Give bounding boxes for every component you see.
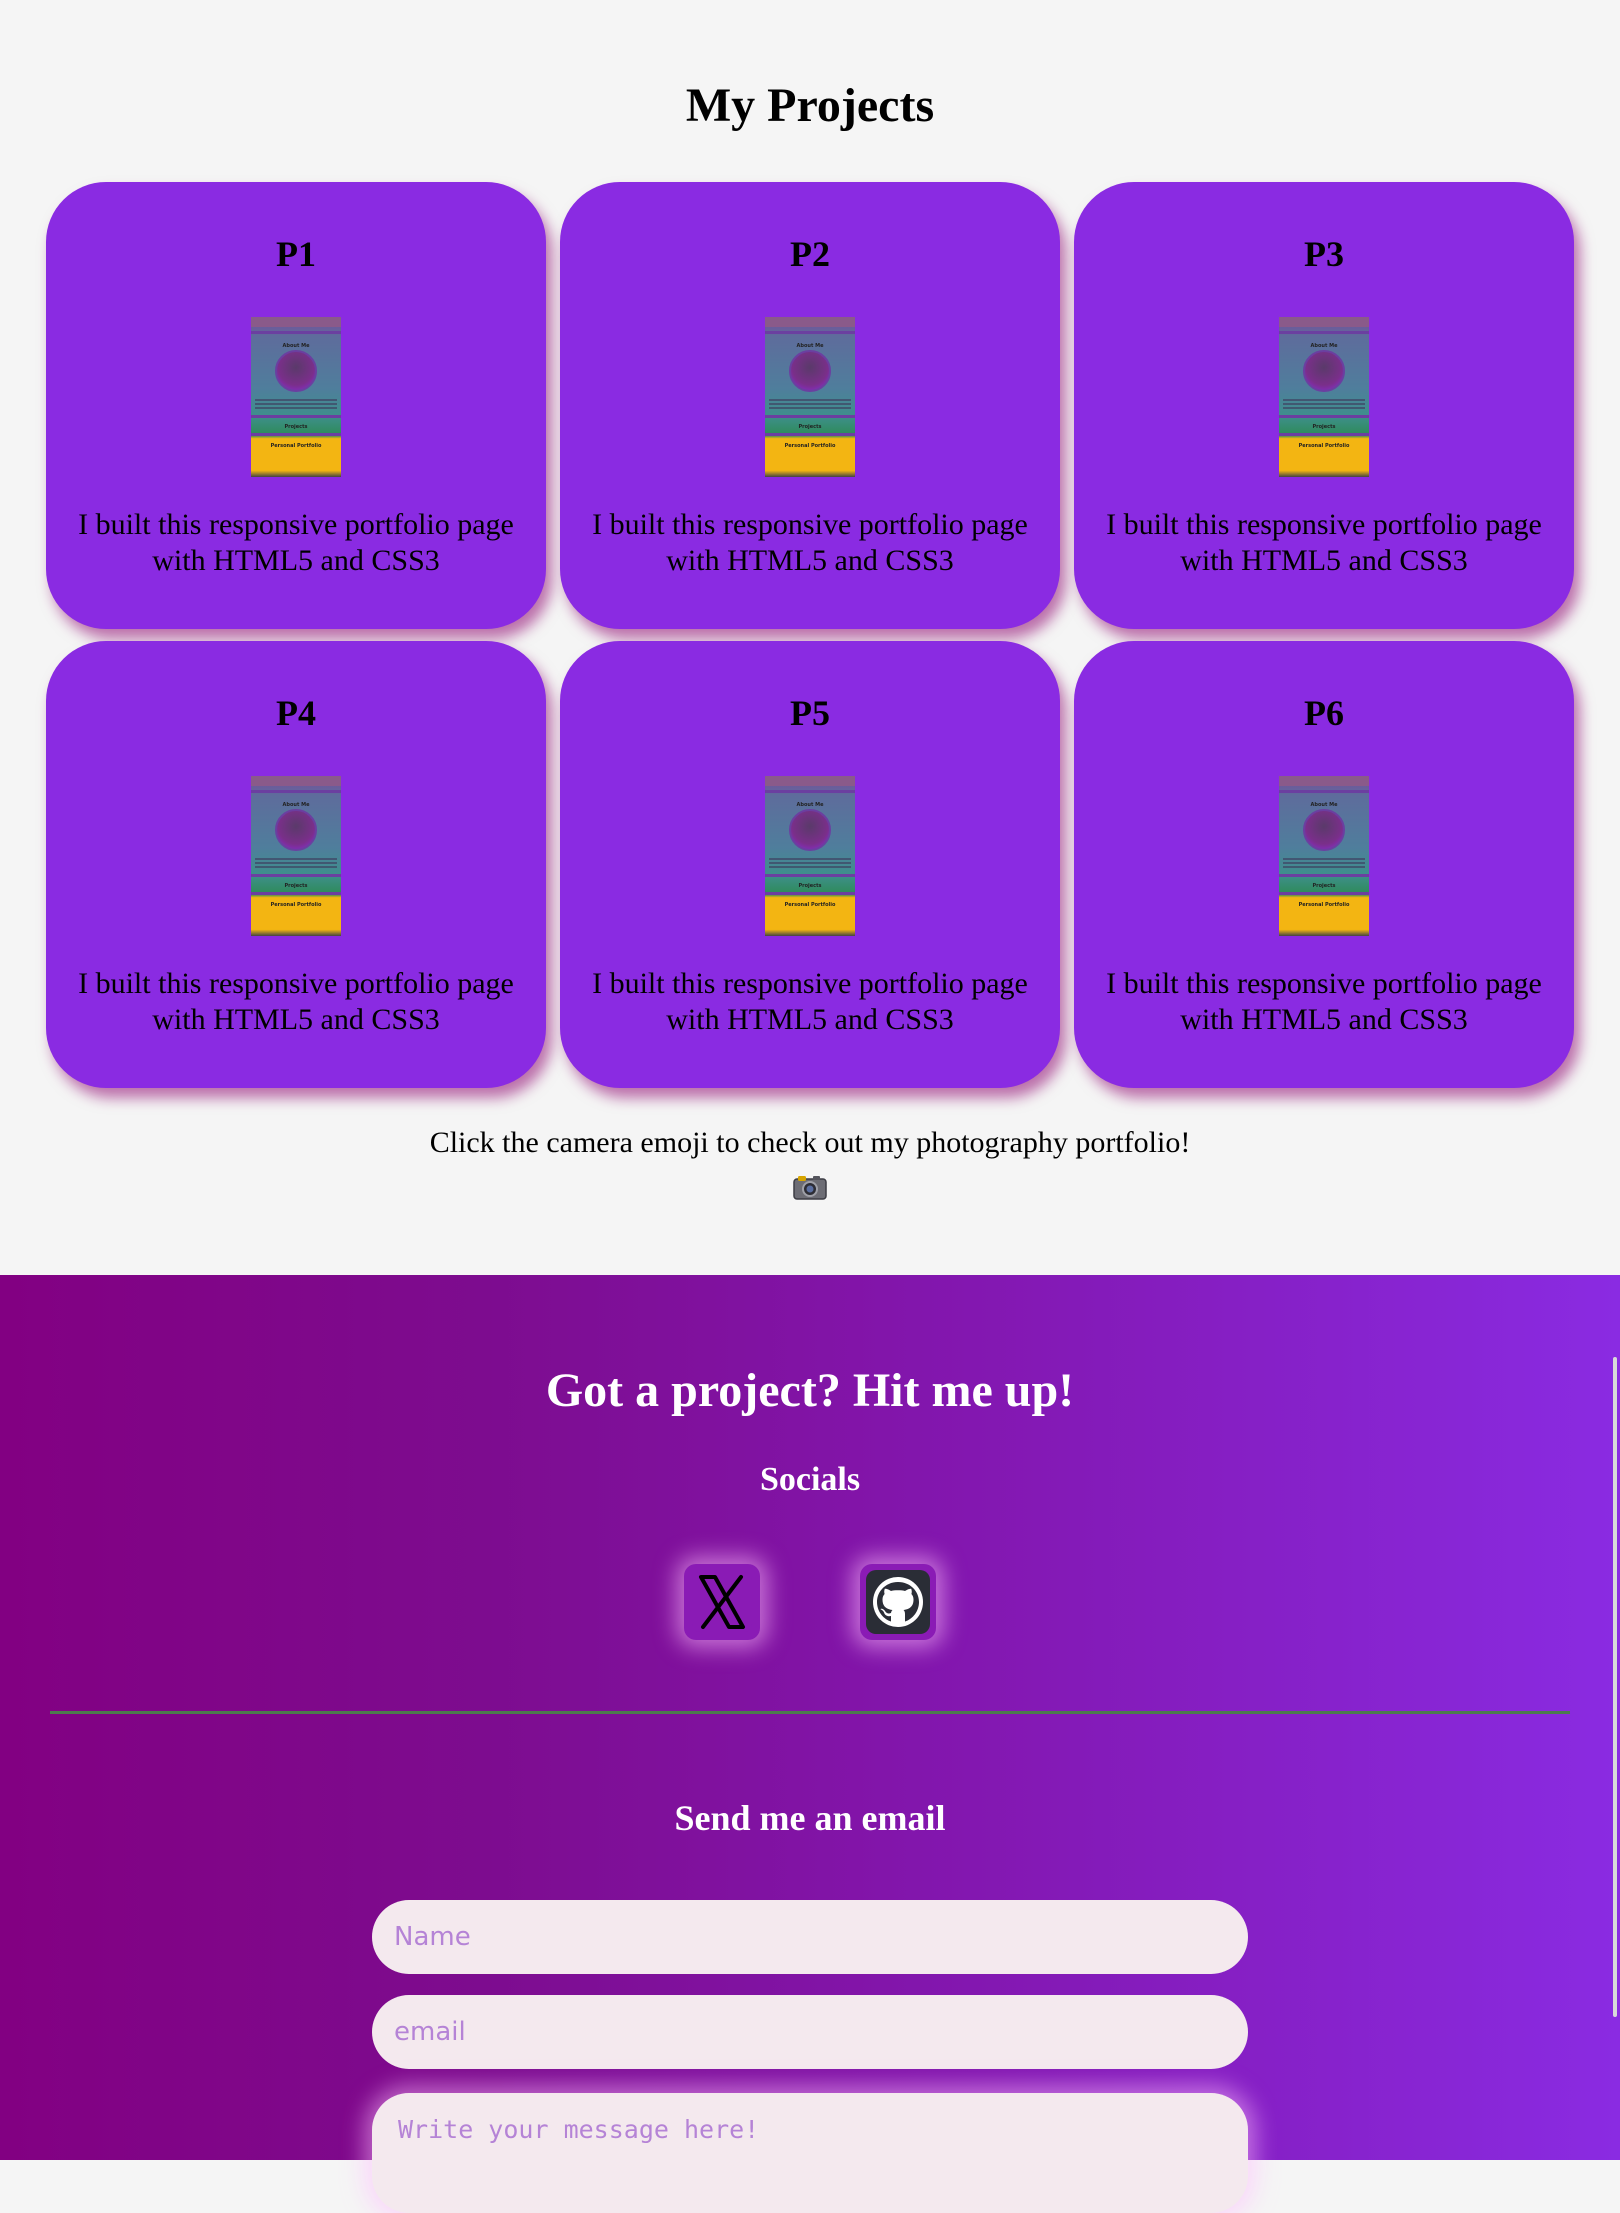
contact-section: Got a project? Hit me up! Socials Send m…: [0, 1275, 1620, 2213]
thumbnail-portfolio-label: Personal Portfolio: [1298, 902, 1350, 908]
project-grid: P1 About Me Projects Personal Portfolio …: [46, 182, 1574, 1088]
section-divider: [50, 1711, 1570, 1714]
photography-note: Click the camera emoji to check out my p…: [429, 1126, 1191, 1159]
thumbnail-projects-label: Projects: [798, 883, 822, 889]
project-thumbnail[interactable]: About Me Projects Personal Portfolio: [765, 317, 855, 477]
avatar: [275, 350, 317, 392]
thumbnail-portfolio-label: Personal Portfolio: [784, 902, 836, 908]
project-card-description: I built this responsive portfolio page w…: [78, 967, 514, 1036]
thumbnail-portfolio-label: Personal Portfolio: [270, 443, 322, 449]
thumbnail-projects-label: Projects: [284, 424, 308, 430]
project-card[interactable]: P1 About Me Projects Personal Portfolio …: [46, 182, 546, 629]
project-card[interactable]: P6 About Me Projects Personal Portfolio …: [1074, 641, 1574, 1088]
name-field[interactable]: [372, 1900, 1248, 1974]
thumbnail-about-label: About Me: [282, 343, 310, 349]
x-icon: [692, 1572, 752, 1632]
github-icon: [866, 1570, 930, 1634]
project-card-description: I built this responsive portfolio page w…: [1106, 508, 1542, 577]
project-card-title: P3: [1304, 234, 1344, 274]
email-title: Send me an email: [674, 1798, 946, 1838]
thumbnail-portfolio-label: Personal Portfolio: [784, 443, 836, 449]
avatar: [1303, 809, 1345, 851]
project-card-title: P5: [790, 693, 830, 733]
thumbnail-projects-label: Projects: [798, 424, 822, 430]
projects-section: My Projects P1 About Me Projects Persona…: [0, 0, 1620, 1275]
camera-icon[interactable]: [793, 1174, 827, 1200]
project-card-title: P6: [1304, 693, 1344, 733]
x-link[interactable]: [684, 1564, 760, 1640]
project-card[interactable]: P3 About Me Projects Personal Portfolio …: [1074, 182, 1574, 629]
project-thumbnail[interactable]: About Me Projects Personal Portfolio: [1279, 317, 1369, 477]
project-thumbnail[interactable]: About Me Projects Personal Portfolio: [251, 317, 341, 477]
project-card-description: I built this responsive portfolio page w…: [1106, 967, 1542, 1036]
project-card[interactable]: P5 About Me Projects Personal Portfolio …: [560, 641, 1060, 1088]
socials-title: Socials: [759, 1461, 861, 1498]
thumbnail-projects-label: Projects: [1312, 424, 1336, 430]
thumbnail-projects-label: Projects: [284, 883, 308, 889]
contact-title: Got a project? Hit me up!: [545, 1364, 1075, 1417]
project-thumbnail[interactable]: About Me Projects Personal Portfolio: [1279, 776, 1369, 936]
projects-title: My Projects: [685, 79, 935, 132]
project-card[interactable]: P4 About Me Projects Personal Portfolio …: [46, 641, 546, 1088]
scrollbar[interactable]: [1613, 1357, 1617, 2017]
github-link[interactable]: [860, 1564, 936, 1640]
avatar: [789, 350, 831, 392]
message-field[interactable]: [372, 2093, 1248, 2213]
thumbnail-about-label: About Me: [1310, 343, 1338, 349]
project-card-title: P2: [790, 234, 830, 274]
thumbnail-about-label: About Me: [1310, 802, 1338, 808]
avatar: [1303, 350, 1345, 392]
project-card-title: P1: [276, 234, 316, 274]
thumbnail-portfolio-label: Personal Portfolio: [270, 902, 322, 908]
project-thumbnail[interactable]: About Me Projects Personal Portfolio: [765, 776, 855, 936]
email-field[interactable]: [372, 1995, 1248, 2069]
thumbnail-projects-label: Projects: [1312, 883, 1336, 889]
thumbnail-about-label: About Me: [796, 802, 824, 808]
project-card-title: P4: [276, 693, 316, 733]
project-card[interactable]: P2 About Me Projects Personal Portfolio …: [560, 182, 1060, 629]
project-thumbnail[interactable]: About Me Projects Personal Portfolio: [251, 776, 341, 936]
project-card-description: I built this responsive portfolio page w…: [78, 508, 514, 577]
avatar: [789, 809, 831, 851]
avatar: [275, 809, 317, 851]
project-card-description: I built this responsive portfolio page w…: [592, 967, 1028, 1036]
thumbnail-portfolio-label: Personal Portfolio: [1298, 443, 1350, 449]
thumbnail-about-label: About Me: [796, 343, 824, 349]
project-card-description: I built this responsive portfolio page w…: [592, 508, 1028, 577]
thumbnail-about-label: About Me: [282, 802, 310, 808]
